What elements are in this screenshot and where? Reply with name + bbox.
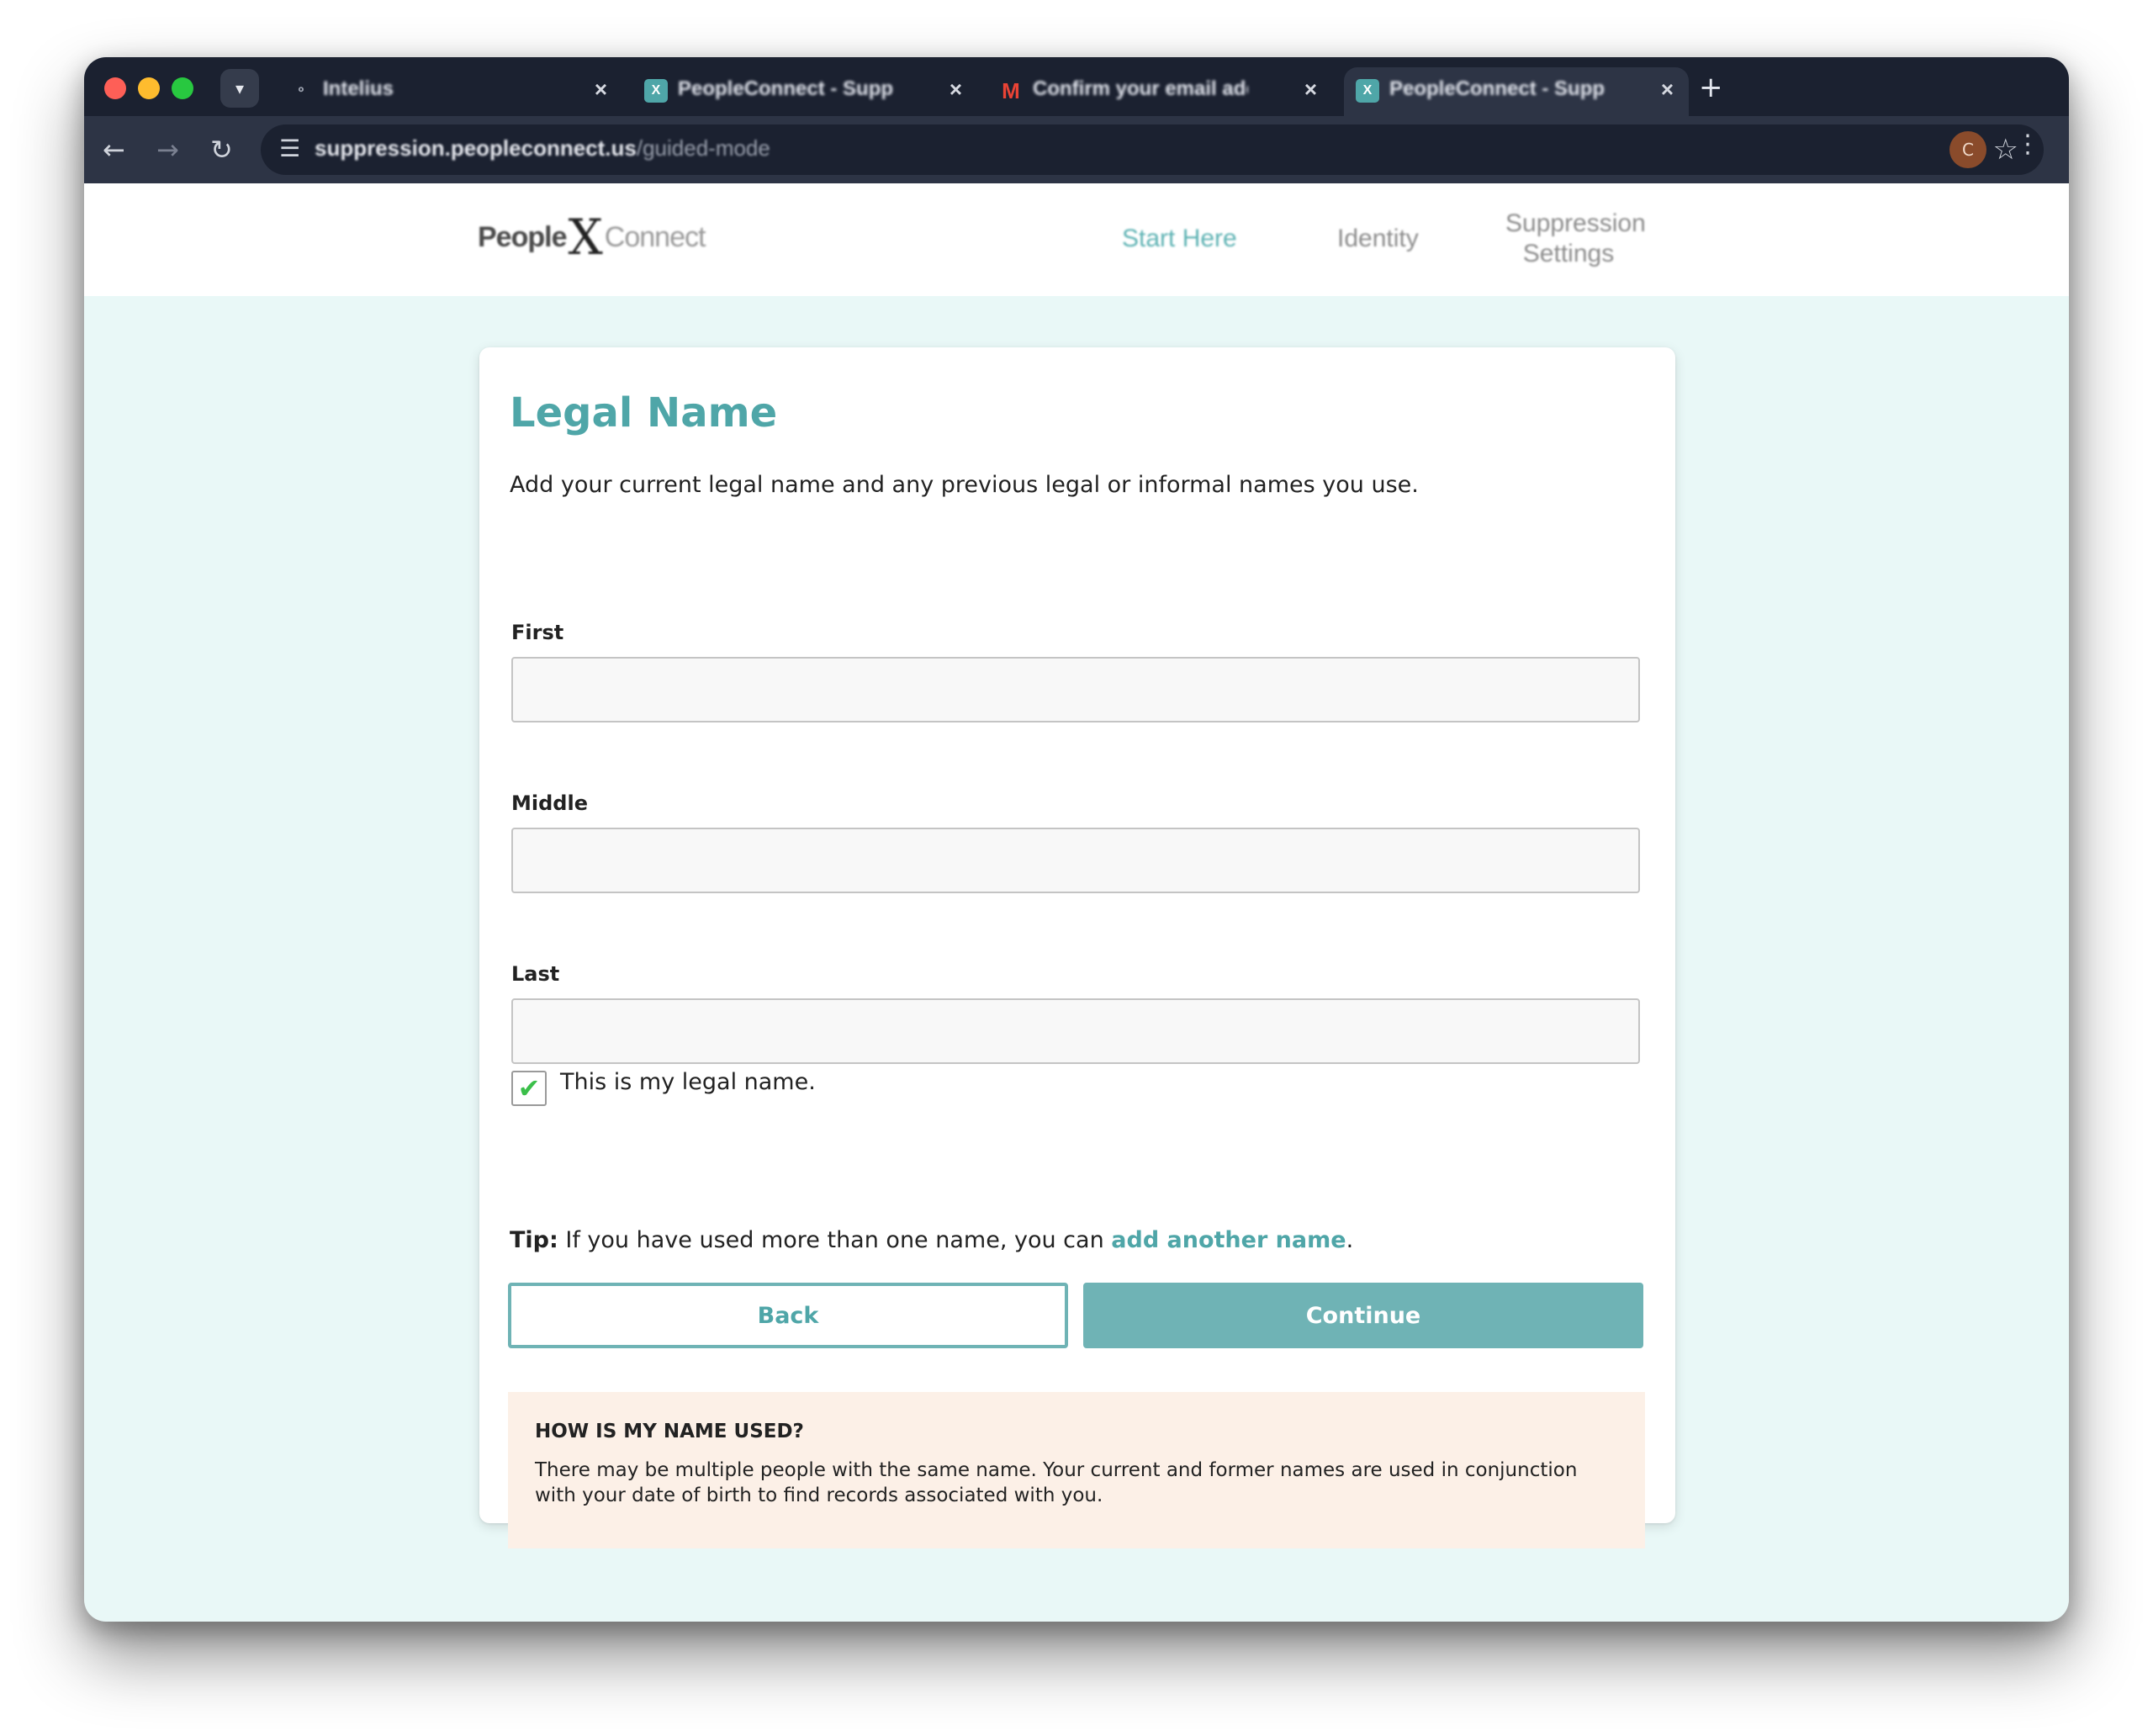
tab-title: Confirm your email address [1033, 77, 1248, 100]
info-body: There may be multiple people with the sa… [535, 1459, 1578, 1506]
url-path: /guided-mode [636, 135, 770, 161]
minimize-window-button[interactable] [138, 77, 160, 99]
share-icon: ⚬ [295, 83, 307, 98]
profile-avatar[interactable]: C [1949, 131, 1986, 168]
nav-start-here[interactable]: Start Here [1122, 224, 1237, 254]
site-settings-icon[interactable]: ☰ [279, 135, 300, 162]
tip-suffix: . [1346, 1227, 1354, 1253]
legal-name-checkbox[interactable]: ✔ [511, 1071, 547, 1106]
logo-connect-text: Connect [604, 220, 706, 253]
browser-toolbar: ← → ↻ ☰ suppression.peopleconnect.us/gui… [84, 116, 2069, 183]
info-title: HOW IS MY NAME USED? [535, 1421, 804, 1442]
close-window-button[interactable] [104, 77, 126, 99]
tab-title: Intelius [323, 77, 394, 100]
maximize-window-button[interactable] [172, 77, 193, 99]
peopleconnect-icon: X [644, 79, 668, 103]
nav-identity[interactable]: Identity [1337, 224, 1419, 254]
legal-name-checkbox-label: This is my legal name. [560, 1069, 816, 1095]
url-text: suppression.peopleconnect.us/guided-mode [315, 135, 770, 161]
tab-peopleconnect-active[interactable]: X PeopleConnect - Suppression × [1344, 67, 1689, 116]
page-subtitle: Add your current legal name and any prev… [510, 472, 1419, 498]
peopleconnect-logo[interactable]: People X Connect [478, 204, 706, 271]
nav-suppression-settings[interactable]: Suppression Settings [1505, 209, 1646, 269]
back-button[interactable]: Back [508, 1283, 1068, 1348]
first-name-label: First [511, 621, 564, 644]
close-icon[interactable]: × [950, 67, 962, 111]
close-icon[interactable]: × [1304, 67, 1317, 111]
peopleconnect-icon: X [1356, 79, 1379, 103]
more-menu-icon[interactable]: ⋮ [2015, 130, 2040, 159]
tab-search-button[interactable]: ▾ [220, 69, 259, 108]
tab-title: PeopleConnect - Suppression [678, 77, 893, 100]
url-domain: suppression.peopleconnect.us [315, 135, 637, 161]
tab-gmail[interactable]: M Confirm your email address × [987, 67, 1332, 116]
first-name-input[interactable] [511, 657, 1640, 722]
browser-window: ▾ ⚬ Intelius × X PeopleConnect - Suppres… [84, 57, 2069, 1622]
close-icon[interactable]: × [595, 67, 607, 111]
new-tab-button[interactable]: + [1699, 69, 1723, 106]
tip-text: Tip: If you have used more than one name… [510, 1227, 1353, 1253]
last-name-input[interactable] [511, 998, 1640, 1064]
site-header: People X Connect Start Here Identity Sup… [84, 183, 2069, 296]
forward-arrow-icon[interactable]: → [156, 131, 179, 168]
middle-name-label: Middle [511, 791, 588, 815]
tab-title: PeopleConnect - Suppression [1389, 77, 1605, 100]
logo-x-mark: X [568, 209, 603, 266]
back-arrow-icon[interactable]: ← [103, 131, 125, 168]
reload-icon[interactable]: ↻ [210, 131, 233, 168]
page-title: Legal Name [510, 389, 778, 437]
tab-peopleconnect-1[interactable]: X PeopleConnect - Suppression × [632, 67, 977, 116]
gmail-icon: M [1002, 78, 1020, 103]
last-name-label: Last [511, 962, 560, 986]
middle-name-input[interactable] [511, 828, 1640, 893]
tip-body: If you have used more than one name, you… [558, 1227, 1112, 1253]
logo-people-text: People [478, 220, 567, 253]
address-bar[interactable]: ☰ suppression.peopleconnect.us/guided-mo… [261, 124, 2044, 175]
legal-name-card: Legal Name Add your current legal name a… [479, 347, 1675, 1548]
tab-bar: ▾ ⚬ Intelius × X PeopleConnect - Suppres… [84, 57, 2069, 116]
close-icon[interactable]: × [1661, 67, 1674, 111]
name-usage-info-box: HOW IS MY NAME USED? There may be multip… [508, 1392, 1645, 1548]
tab-intelius[interactable]: ⚬ Intelius × [278, 67, 622, 116]
continue-button[interactable]: Continue [1083, 1283, 1643, 1348]
add-another-name-link[interactable]: add another name [1111, 1227, 1346, 1253]
tip-prefix: Tip: [510, 1227, 558, 1253]
checkmark-icon: ✔ [517, 1072, 541, 1104]
